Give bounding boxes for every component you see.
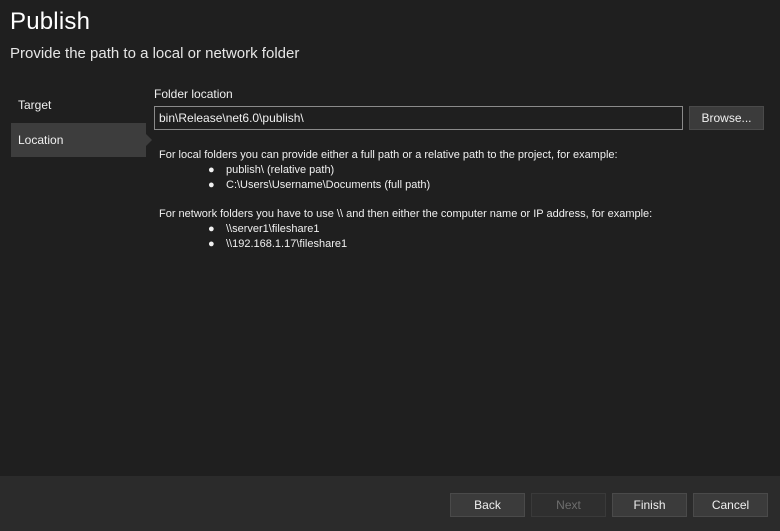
folder-location-input[interactable]: [154, 106, 683, 130]
nav-item-label: Location: [18, 133, 64, 147]
folder-location-label: Folder location: [154, 87, 233, 101]
page-title: Publish: [10, 8, 91, 35]
back-button[interactable]: Back: [450, 493, 525, 517]
local-help-intro: For local folders you can provide either…: [159, 149, 618, 161]
example-text: \\server1\fileshare1: [226, 223, 320, 235]
finish-button[interactable]: Finish: [612, 493, 687, 517]
network-folder-help: For network folders you have to use \\ a…: [159, 207, 769, 252]
bullet-icon: ●: [208, 223, 215, 235]
list-item: ● publish\ (relative path): [159, 163, 769, 178]
cancel-button[interactable]: Cancel: [693, 493, 768, 517]
nav-item-target[interactable]: Target: [11, 88, 146, 122]
local-folder-help: For local folders you can provide either…: [159, 148, 769, 193]
page-subtitle: Provide the path to a local or network f…: [10, 45, 300, 62]
next-button[interactable]: Next: [531, 493, 606, 517]
step-nav: Target Location: [11, 88, 152, 157]
list-item: ● \\server1\fileshare1: [159, 222, 769, 237]
example-text: \\192.168.1.17\fileshare1: [226, 238, 348, 250]
publish-dialog: Publish Provide the path to a local or n…: [0, 0, 780, 531]
dialog-footer: Back Next Finish Cancel: [0, 476, 780, 531]
bullet-icon: ●: [208, 238, 215, 250]
example-text: publish\ (relative path): [226, 164, 335, 176]
example-text: C:\Users\Username\Documents (full path): [226, 179, 431, 191]
nav-item-label: Target: [18, 98, 52, 112]
list-item: ● C:\Users\Username\Documents (full path…: [159, 178, 769, 193]
list-item: ● \\192.168.1.17\fileshare1: [159, 237, 769, 252]
bullet-icon: ●: [208, 179, 215, 191]
network-help-intro: For network folders you have to use \\ a…: [159, 208, 653, 220]
bullet-icon: ●: [208, 164, 215, 176]
nav-item-location[interactable]: Location: [11, 123, 152, 157]
browse-button[interactable]: Browse...: [689, 106, 764, 130]
network-examples-list: ● \\server1\fileshare1 ● \\192.168.1.17\…: [159, 222, 769, 252]
local-examples-list: ● publish\ (relative path) ● C:\Users\Us…: [159, 163, 769, 193]
